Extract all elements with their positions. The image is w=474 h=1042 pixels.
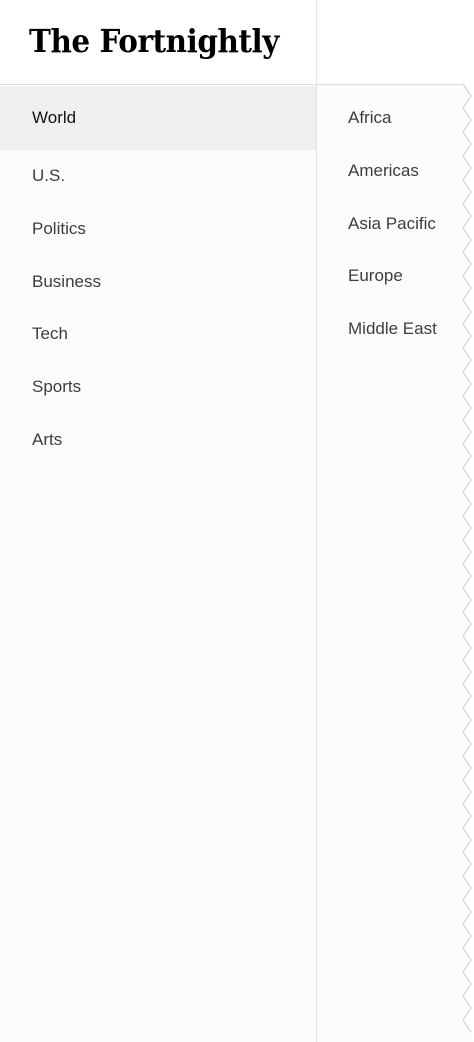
section-item-arts[interactable]: Arts xyxy=(0,413,316,466)
section-item-business[interactable]: Business xyxy=(0,255,316,308)
app-logo[interactable]: The Fortnightly xyxy=(29,18,279,64)
app-header: The Fortnightly xyxy=(0,0,316,84)
section-item-label: Business xyxy=(32,271,101,291)
section-item-tech[interactable]: Tech xyxy=(0,308,316,361)
header-right-area xyxy=(317,0,474,84)
section-item-label: Tech xyxy=(32,324,68,344)
subsection-item-africa[interactable]: Africa xyxy=(317,92,474,145)
section-item-sports[interactable]: Sports xyxy=(0,361,316,414)
section-list: World U.S. Politics Business Tech Sports… xyxy=(0,86,316,466)
section-item-label: World xyxy=(32,108,77,127)
subsection-item-asia-pacific[interactable]: Asia Pacific xyxy=(317,197,474,250)
subsection-item-americas[interactable]: Americas xyxy=(317,145,474,198)
subsection-item-label: Africa xyxy=(348,108,392,128)
section-item-us[interactable]: U.S. xyxy=(0,150,316,203)
torn-edge-decoration xyxy=(462,84,474,1042)
section-item-label: Sports xyxy=(32,377,82,397)
section-item-label: U.S. xyxy=(32,166,66,186)
subsection-item-label: Europe xyxy=(348,266,403,286)
section-item-politics[interactable]: Politics xyxy=(0,203,316,256)
subsection-item-europe[interactable]: Europe xyxy=(317,250,474,303)
section-item-world[interactable]: World xyxy=(0,86,316,150)
header-divider xyxy=(0,84,474,85)
subsection-item-label: Asia Pacific xyxy=(348,213,436,233)
section-item-label: Arts xyxy=(32,429,63,449)
subsection-item-label: Americas xyxy=(348,161,419,181)
section-item-label: Politics xyxy=(32,219,86,239)
subsection-item-label: Middle East xyxy=(348,319,437,339)
subsection-item-middle-east[interactable]: Middle East xyxy=(317,303,474,356)
subsection-list: Africa Americas Asia Pacific Europe Midd… xyxy=(317,92,474,355)
